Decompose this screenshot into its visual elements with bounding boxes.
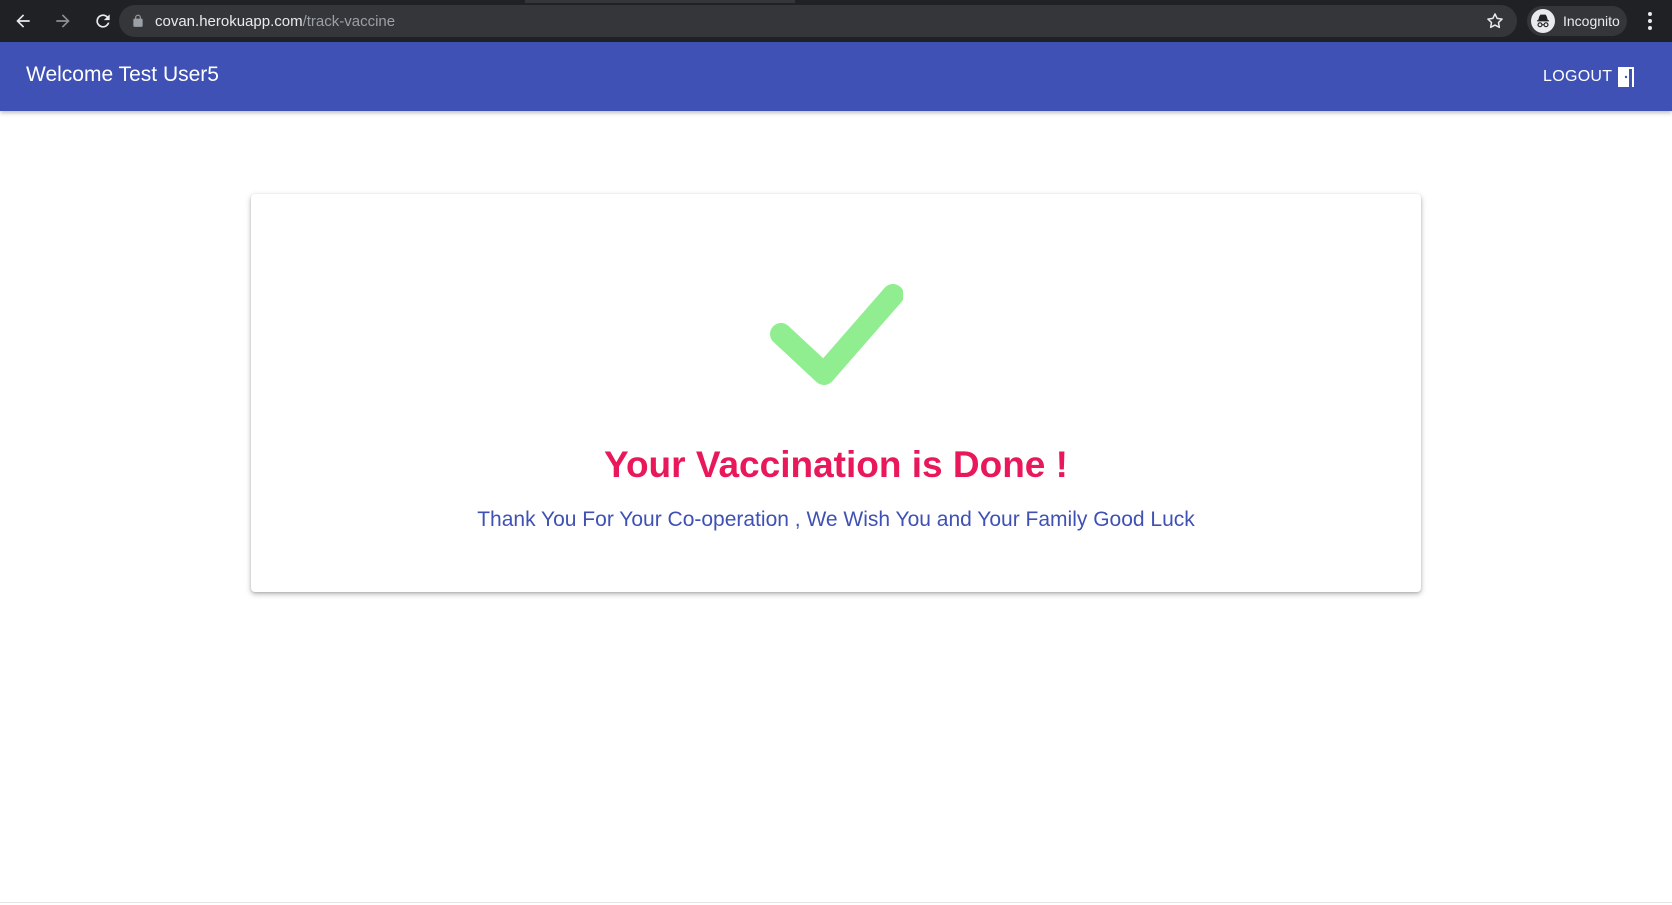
checkmark-icon	[770, 284, 903, 385]
star-icon[interactable]	[1485, 11, 1505, 31]
incognito-profile-button[interactable]: Incognito	[1527, 6, 1627, 36]
more-icon[interactable]	[1640, 10, 1660, 32]
vaccination-done-heading: Your Vaccination is Done !	[604, 444, 1068, 485]
tab-strip-indicator	[525, 0, 795, 3]
thank-you-message: Thank You For Your Co-operation , We Wis…	[477, 508, 1195, 531]
back-icon	[16, 14, 30, 28]
reload-button[interactable]	[86, 4, 120, 38]
door-exit-icon	[1618, 67, 1635, 87]
welcome-title: Welcome Test User5	[26, 63, 219, 86]
browser-toolbar: covan.herokuapp.com/track-vaccine Incogn…	[0, 0, 1672, 42]
incognito-label: Incognito	[1563, 13, 1620, 29]
url-path: /track-vaccine	[302, 12, 396, 30]
page-bottom-divider	[0, 902, 1672, 903]
logout-label: LOGOUT	[1543, 68, 1613, 85]
url-domain: covan.herokuapp.com	[155, 12, 303, 30]
back-button[interactable]	[6, 4, 40, 38]
app-header: Welcome Test User5 LOGOUT	[0, 42, 1672, 111]
logout-button[interactable]: LOGOUT	[1543, 64, 1636, 90]
reload-icon	[96, 14, 110, 28]
lock-icon	[133, 14, 143, 27]
address-bar[interactable]: covan.herokuapp.com/track-vaccine	[119, 5, 1517, 37]
vaccination-status-card: Your Vaccination is Done ! Thank You For…	[251, 194, 1421, 592]
url-text: covan.herokuapp.com/track-vaccine	[155, 13, 395, 30]
forward-icon	[56, 14, 70, 28]
incognito-icon	[1531, 9, 1555, 33]
forward-button[interactable]	[46, 4, 80, 38]
